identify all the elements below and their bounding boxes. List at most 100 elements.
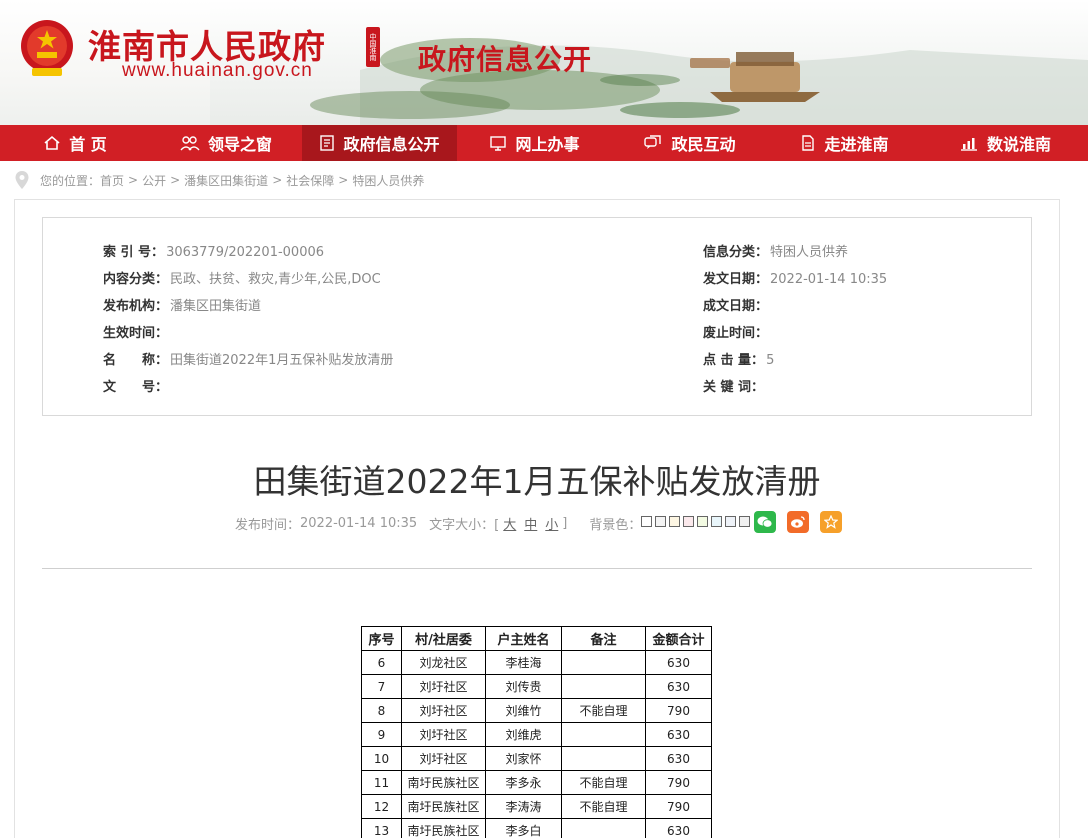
table-cell [561,674,646,699]
seal-stamp: 中国淮南 [366,27,380,67]
table-cell: 6 [361,650,402,675]
meta-keywords: 关 键 词： [703,380,765,395]
font-size-large[interactable]: 大 [503,514,516,533]
table-cell: 刘维竹 [485,698,562,723]
lake-scenery-image [210,0,1088,125]
table-cell: 李涛涛 [485,794,562,819]
content-divider [42,568,1032,569]
table-cell: 李多永 [485,770,562,795]
weibo-icon [791,516,805,528]
table-row: 12 南圩民族社区 李涛涛 不能自理 790 [361,794,712,819]
site-url: www.huainan.gov.cn [122,60,313,81]
article-title: 田集街道2022年1月五保补贴发放清册 [253,462,821,501]
table-cell: 不能自理 [561,794,646,819]
table-cell: 790 [645,794,712,819]
background-swatch[interactable] [739,515,751,527]
monitor-icon [490,136,507,151]
wechat-icon [757,516,773,528]
bar-chart-icon [960,138,977,151]
people-icon [180,136,200,151]
table-row: 7 刘圩社区 刘传贵 630 [361,674,712,699]
meta-doc-number: 文 号： [103,380,169,395]
nav-item-online-service[interactable]: 网上办事 [457,125,612,161]
table-row: 10 刘圩社区 刘家怀 630 [361,746,712,771]
table-cell: 刘圩社区 [401,698,486,723]
font-size-small[interactable]: 小 [545,514,558,533]
background-swatch[interactable] [725,515,737,527]
table-cell: 630 [645,722,712,747]
col-header-remark: 备注 [561,626,646,651]
share-favorite-button[interactable] [820,511,842,533]
table-cell: 10 [361,746,402,771]
subsidy-table: 序号 村/社居委 户主姓名 备注 金额合计 6 刘龙社区 李桂海 630 7 刘圩社区 刘传… [361,626,712,838]
col-header-householder: 户主姓名 [485,626,562,651]
nav-label: 领导之窗 [207,135,272,154]
breadcrumb-street[interactable]: 潘集区田集街道 [184,172,268,189]
favorite-star-icon [824,515,838,529]
table-cell: 12 [361,794,402,819]
breadcrumb-separator: > [170,173,181,187]
table-cell: 8 [361,698,402,723]
table-cell: 刘龙社区 [401,650,486,675]
nav-item-home[interactable]: 首 页 [0,125,150,161]
nav-label: 网上办事 [515,135,580,154]
table-cell: 南圩民族社区 [401,794,486,819]
nav-item-interaction[interactable]: 政民互动 [612,125,767,161]
table-cell [561,746,646,771]
font-size-label: 文字大小：[ [429,517,500,533]
share-weibo-button[interactable] [787,511,809,533]
breadcrumb-home[interactable]: 首页 [100,172,124,189]
nav-item-leaders[interactable]: 领导之窗 [150,125,302,161]
table-cell: 13 [361,818,402,838]
col-header-amount: 金额合计 [645,626,712,651]
meta-content-category: 内容分类： 民政、扶贫、救灾,青少年,公民,DOC [103,272,381,287]
meta-index-number: 索 引 号： 3063779/202201-00006 [103,245,325,260]
breadcrumb-separator: > [338,173,349,187]
breadcrumb-current[interactable]: 特困人员供养 [352,172,424,189]
table-cell: 刘维虎 [485,722,562,747]
metadata-box: 索 引 号： 3063779/202201-00006 内容分类： 民政、扶贫、救灾… [42,217,1032,416]
nav-item-gov-info[interactable]: 政府信息公开 [302,125,457,161]
location-pin-icon [15,171,29,189]
table-cell [561,722,646,747]
page-icon [802,135,815,151]
table-cell: 刘家怀 [485,746,562,771]
table-cell: 刘圩社区 [401,674,486,699]
background-swatch[interactable] [641,515,653,527]
chat-icon [644,135,662,149]
meta-issue-date: 发文日期： 2022-01-14 10:35 [703,272,888,287]
header-banner: 淮南市人民政府 www.huainan.gov.cn 中国淮南 政府信息公开 [0,0,1088,125]
breadcrumb: 您的位置： 首页 > 公开 > 潘集区田集街道 > 社会保障 > 特困人员供养 [14,170,424,190]
nav-label: 政民互动 [671,135,736,154]
meta-expiry-date: 废止时间： [703,326,769,341]
table-cell: 630 [645,818,712,838]
nav-label: 政府信息公开 [343,135,440,154]
table-row: 9 刘圩社区 刘维虎 630 [361,722,712,747]
nav-item-about[interactable]: 走进淮南 [767,125,922,161]
breadcrumb-social-security[interactable]: 社会保障 [286,172,334,189]
background-swatch[interactable] [697,515,709,527]
table-cell: 11 [361,770,402,795]
publish-time: 2022-01-14 10:35 [300,515,418,531]
meta-name: 名 称： 田集街道2022年1月五保补贴发放清册 [103,353,394,368]
document-icon [320,135,335,151]
background-swatches [641,515,753,531]
nav-item-statistics[interactable]: 数说淮南 [922,125,1088,161]
nav-label: 走进淮南 [824,135,889,154]
font-size-medium[interactable]: 中 [524,514,537,533]
home-icon [44,135,60,150]
table-cell: 李桂海 [485,650,562,675]
background-swatch[interactable] [711,515,723,527]
breadcrumb-public[interactable]: 公开 [142,172,166,189]
table-cell: 不能自理 [561,698,646,723]
article-toolbar: 发布时间： 2022-01-14 10:35 文字大小：[ 大 中 小 ] 背景… [235,513,753,533]
table-cell: 630 [645,674,712,699]
table-cell: 刘传贵 [485,674,562,699]
background-swatch[interactable] [669,515,681,527]
share-wechat-button[interactable] [754,511,776,533]
background-swatch[interactable] [655,515,667,527]
breadcrumb-separator: > [272,173,283,187]
table-row: 11 南圩民族社区 李多永 不能自理 790 [361,770,712,795]
table-cell: 630 [645,746,712,771]
background-swatch[interactable] [683,515,695,527]
